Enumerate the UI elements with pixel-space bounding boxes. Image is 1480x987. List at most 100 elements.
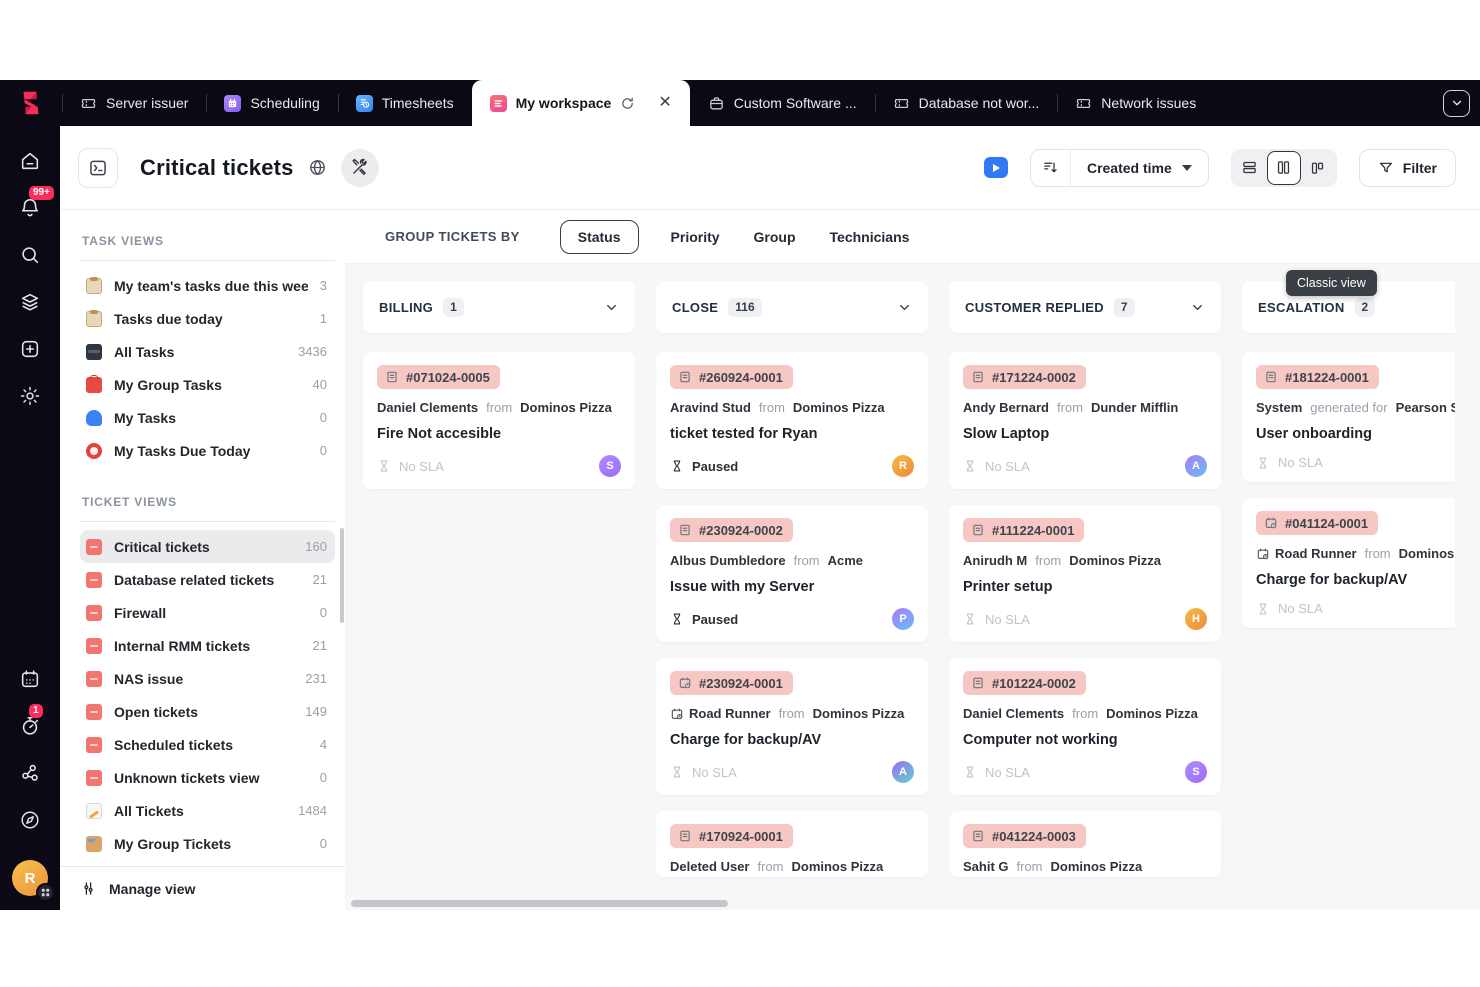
sidebar-item-task-view[interactable]: My team's tasks due this week3 bbox=[80, 269, 335, 302]
home-nav[interactable] bbox=[17, 148, 43, 174]
sidebar-item-ticket-view[interactable]: Critical tickets160 bbox=[80, 530, 335, 563]
assignee-avatar[interactable]: H bbox=[1185, 608, 1207, 630]
automation-nav[interactable] bbox=[17, 760, 43, 786]
explore-nav[interactable] bbox=[17, 807, 43, 833]
sidebar-item-label: All Tasks bbox=[114, 344, 286, 360]
sidebar-item-ticket-view[interactable]: Database related tickets21 bbox=[80, 563, 335, 596]
notifications-nav[interactable]: 99+ bbox=[17, 195, 43, 221]
assignee-avatar[interactable]: S bbox=[599, 455, 621, 477]
sidebar-item-task-view[interactable]: My Tasks0 bbox=[80, 401, 335, 434]
columns-icon bbox=[1309, 159, 1326, 176]
toolbox-icon bbox=[86, 377, 102, 393]
ticket-card[interactable]: #170924-0001Deleted UserfromDominos Pizz… bbox=[656, 811, 928, 877]
ticket-footer: PausedR bbox=[670, 455, 914, 477]
user-avatar[interactable]: R bbox=[12, 860, 48, 896]
group-tab[interactable]: Status bbox=[560, 220, 639, 254]
topbar-tab[interactable]: Custom Software ... bbox=[690, 80, 875, 126]
timer-nav[interactable]: 1 bbox=[17, 713, 43, 739]
globe-icon[interactable] bbox=[308, 158, 327, 177]
ticket-doc-icon bbox=[971, 523, 985, 537]
assignee-avatar[interactable]: S bbox=[1185, 761, 1207, 783]
topbar-tab[interactable]: Timesheets bbox=[338, 80, 472, 126]
close-tab-icon[interactable]: ✕ bbox=[658, 95, 671, 111]
sidebar-item-ticket-view[interactable]: My Group Tickets0 bbox=[80, 827, 335, 860]
requester-company: Dominos Pizza bbox=[791, 859, 883, 874]
wallet-icon bbox=[86, 344, 102, 360]
sidebar-item-ticket-view[interactable]: Open tickets149 bbox=[80, 695, 335, 728]
requester-link-word: from bbox=[779, 706, 805, 721]
sidebar-item-ticket-view[interactable]: Firewall0 bbox=[80, 596, 335, 629]
sidebar-item-count: 160 bbox=[305, 539, 327, 554]
brand-logo[interactable] bbox=[0, 80, 62, 126]
kanban-view-button[interactable] bbox=[1267, 151, 1301, 185]
horizontal-scrollbar[interactable] bbox=[351, 900, 728, 907]
assignee-avatar[interactable]: P bbox=[892, 608, 914, 630]
topbar-tab[interactable]: Scheduling bbox=[206, 80, 337, 126]
sidebar-item-ticket-view[interactable]: All Tickets1484 bbox=[80, 794, 335, 827]
ticket-id-pill: #101224-0002 bbox=[963, 671, 1086, 695]
tab-overflow-button[interactable] bbox=[1443, 90, 1470, 117]
sidebar-item-task-view[interactable]: All Tasks3436 bbox=[80, 335, 335, 368]
requester-link-word: from bbox=[794, 553, 820, 568]
ticket-card[interactable]: #181224-0001Systemgenerated forPearson S… bbox=[1242, 352, 1455, 482]
sidebar-scrollbar[interactable] bbox=[340, 528, 344, 623]
clipboard-icon bbox=[86, 311, 102, 327]
sidebar-item-ticket-view[interactable]: NAS issue231 bbox=[80, 662, 335, 695]
assignee-avatar[interactable]: R bbox=[892, 455, 914, 477]
column-header[interactable]: CUSTOMER REPLIED7 bbox=[949, 281, 1221, 333]
ticket-views-list: Critical tickets160Database related tick… bbox=[80, 530, 335, 860]
ticket-title: Computer not working bbox=[963, 732, 1207, 748]
filter-button[interactable]: Filter bbox=[1359, 149, 1456, 187]
sidebar-item-task-view[interactable]: My Group Tasks40 bbox=[80, 368, 335, 401]
topbar-tab[interactable]: Database not wor... bbox=[875, 80, 1058, 126]
ticket-card[interactable]: #230924-0002Albus DumbledorefromAcmeIssu… bbox=[656, 505, 928, 642]
sort-field-dropdown[interactable]: Created time bbox=[1071, 160, 1208, 176]
ticket-card[interactable]: #230924-0001Road RunnerfromDominos Pizza… bbox=[656, 658, 928, 795]
sidebar-item-ticket-view[interactable]: Scheduled tickets4 bbox=[80, 728, 335, 761]
modules-nav[interactable] bbox=[17, 289, 43, 315]
requester-name: Daniel Clements bbox=[377, 400, 478, 415]
video-help-button[interactable] bbox=[984, 157, 1008, 178]
ticket-card[interactable]: #071024-0005Daniel ClementsfromDominos P… bbox=[363, 352, 635, 489]
sidebar-item-task-view[interactable]: My Tasks Due Today0 bbox=[80, 434, 335, 467]
create-nav[interactable] bbox=[17, 336, 43, 362]
assignee-avatar[interactable]: A bbox=[892, 761, 914, 783]
manage-view-button[interactable]: Manage view bbox=[60, 866, 345, 910]
customize-view-button[interactable] bbox=[341, 149, 379, 187]
ticket-card[interactable]: #041224-0003Sahit GfromDominos Pizza bbox=[949, 811, 1221, 877]
group-tab[interactable]: Technicians bbox=[828, 221, 912, 253]
refresh-icon[interactable] bbox=[620, 96, 635, 111]
sort-direction-button[interactable] bbox=[1031, 150, 1071, 186]
list-view-button[interactable] bbox=[1233, 151, 1267, 185]
group-tab[interactable]: Group bbox=[752, 221, 798, 253]
settings-nav[interactable] bbox=[17, 383, 43, 409]
sidebar-item-ticket-view[interactable]: Internal RMM tickets21 bbox=[80, 629, 335, 662]
topbar-tab[interactable]: My workspace✕ bbox=[472, 80, 690, 126]
folder-icon bbox=[86, 836, 102, 852]
sidebar-item-ticket-view[interactable]: Unknown tickets view0 bbox=[80, 761, 335, 794]
column-header[interactable]: CLOSE116 bbox=[656, 281, 928, 333]
ticket-card[interactable]: #171224-0002Andy BernardfromDunder Miffl… bbox=[949, 352, 1221, 489]
topbar-tab[interactable]: Network issues bbox=[1057, 80, 1214, 126]
ticket-title: Printer setup bbox=[963, 579, 1207, 595]
workspace-icon bbox=[490, 95, 507, 112]
calendar-nav[interactable] bbox=[17, 666, 43, 692]
ticket-icon bbox=[86, 572, 102, 588]
ticket-id: #181224-0001 bbox=[1285, 370, 1369, 385]
ticket-card[interactable]: #041124-0001Road RunnerfromDominos Pizza… bbox=[1242, 498, 1455, 628]
assignee-avatar[interactable]: A bbox=[1185, 455, 1207, 477]
ticket-card[interactable]: #260924-0001Aravind StudfromDominos Pizz… bbox=[656, 352, 928, 489]
ticket-card[interactable]: #111224-0001Anirudh MfromDominos PizzaPr… bbox=[949, 505, 1221, 642]
ticket-card[interactable]: #101224-0002Daniel ClementsfromDominos P… bbox=[949, 658, 1221, 795]
view-type-button[interactable] bbox=[78, 148, 118, 188]
ticket-title: Fire Not accesible bbox=[377, 426, 621, 442]
classic-view-button[interactable] bbox=[1301, 151, 1335, 185]
topbar-tab[interactable]: Server issuer bbox=[62, 80, 206, 126]
ticket-id-pill: #260924-0001 bbox=[670, 365, 793, 389]
group-tab[interactable]: Priority bbox=[669, 221, 722, 253]
sidebar-item-task-view[interactable]: Tasks due today1 bbox=[80, 302, 335, 335]
search-nav[interactable] bbox=[17, 242, 43, 268]
briefcase-icon bbox=[708, 95, 725, 112]
ticket-footer: No SLAA bbox=[963, 455, 1207, 477]
column-header[interactable]: BILLING1 bbox=[363, 281, 635, 333]
